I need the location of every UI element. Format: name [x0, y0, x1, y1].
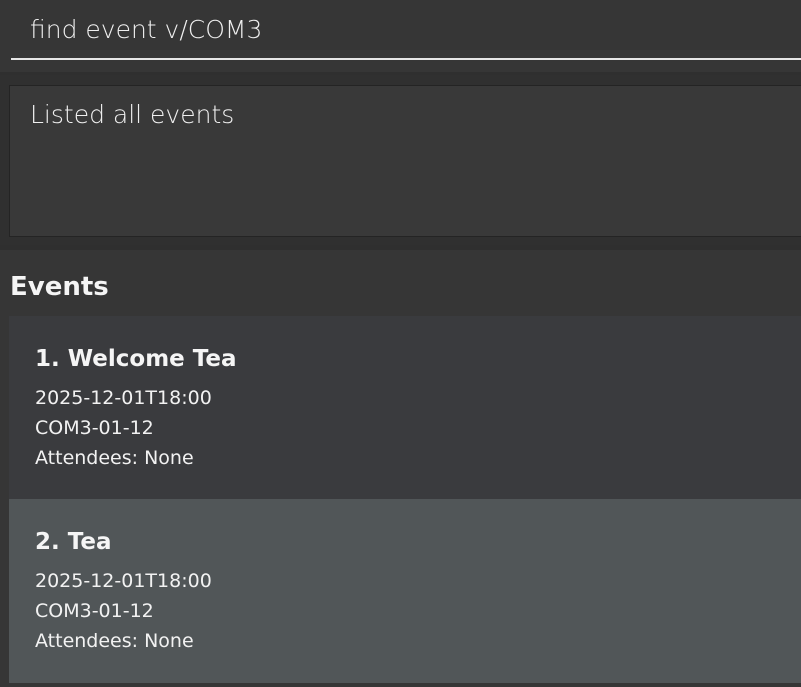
events-heading: Events: [10, 272, 109, 302]
events-panel: Events 1. Welcome Tea 2025-12-01T18:00 C…: [0, 250, 801, 687]
event-venue: COM3-01-12: [35, 417, 154, 439]
event-title: 1. Welcome Tea: [35, 346, 237, 372]
result-display[interactable]: Listed all events: [9, 85, 801, 237]
event-card[interactable]: 1. Welcome Tea 2025-12-01T18:00 COM3-01-…: [9, 316, 801, 500]
event-datetime: 2025-12-01T18:00: [35, 387, 212, 409]
command-input[interactable]: [11, 0, 801, 60]
event-title: 2. Tea: [35, 529, 112, 555]
result-display-container: Listed all events: [0, 75, 801, 245]
event-card[interactable]: 2. Tea 2025-12-01T18:00 COM3-01-12 Atten…: [9, 499, 801, 683]
event-venue: COM3-01-12: [35, 600, 154, 622]
event-attendees: Attendees: None: [35, 630, 194, 652]
result-message: Listed all events: [30, 100, 235, 129]
command-box: [0, 0, 801, 72]
event-attendees: Attendees: None: [35, 447, 194, 469]
event-datetime: 2025-12-01T18:00: [35, 570, 212, 592]
